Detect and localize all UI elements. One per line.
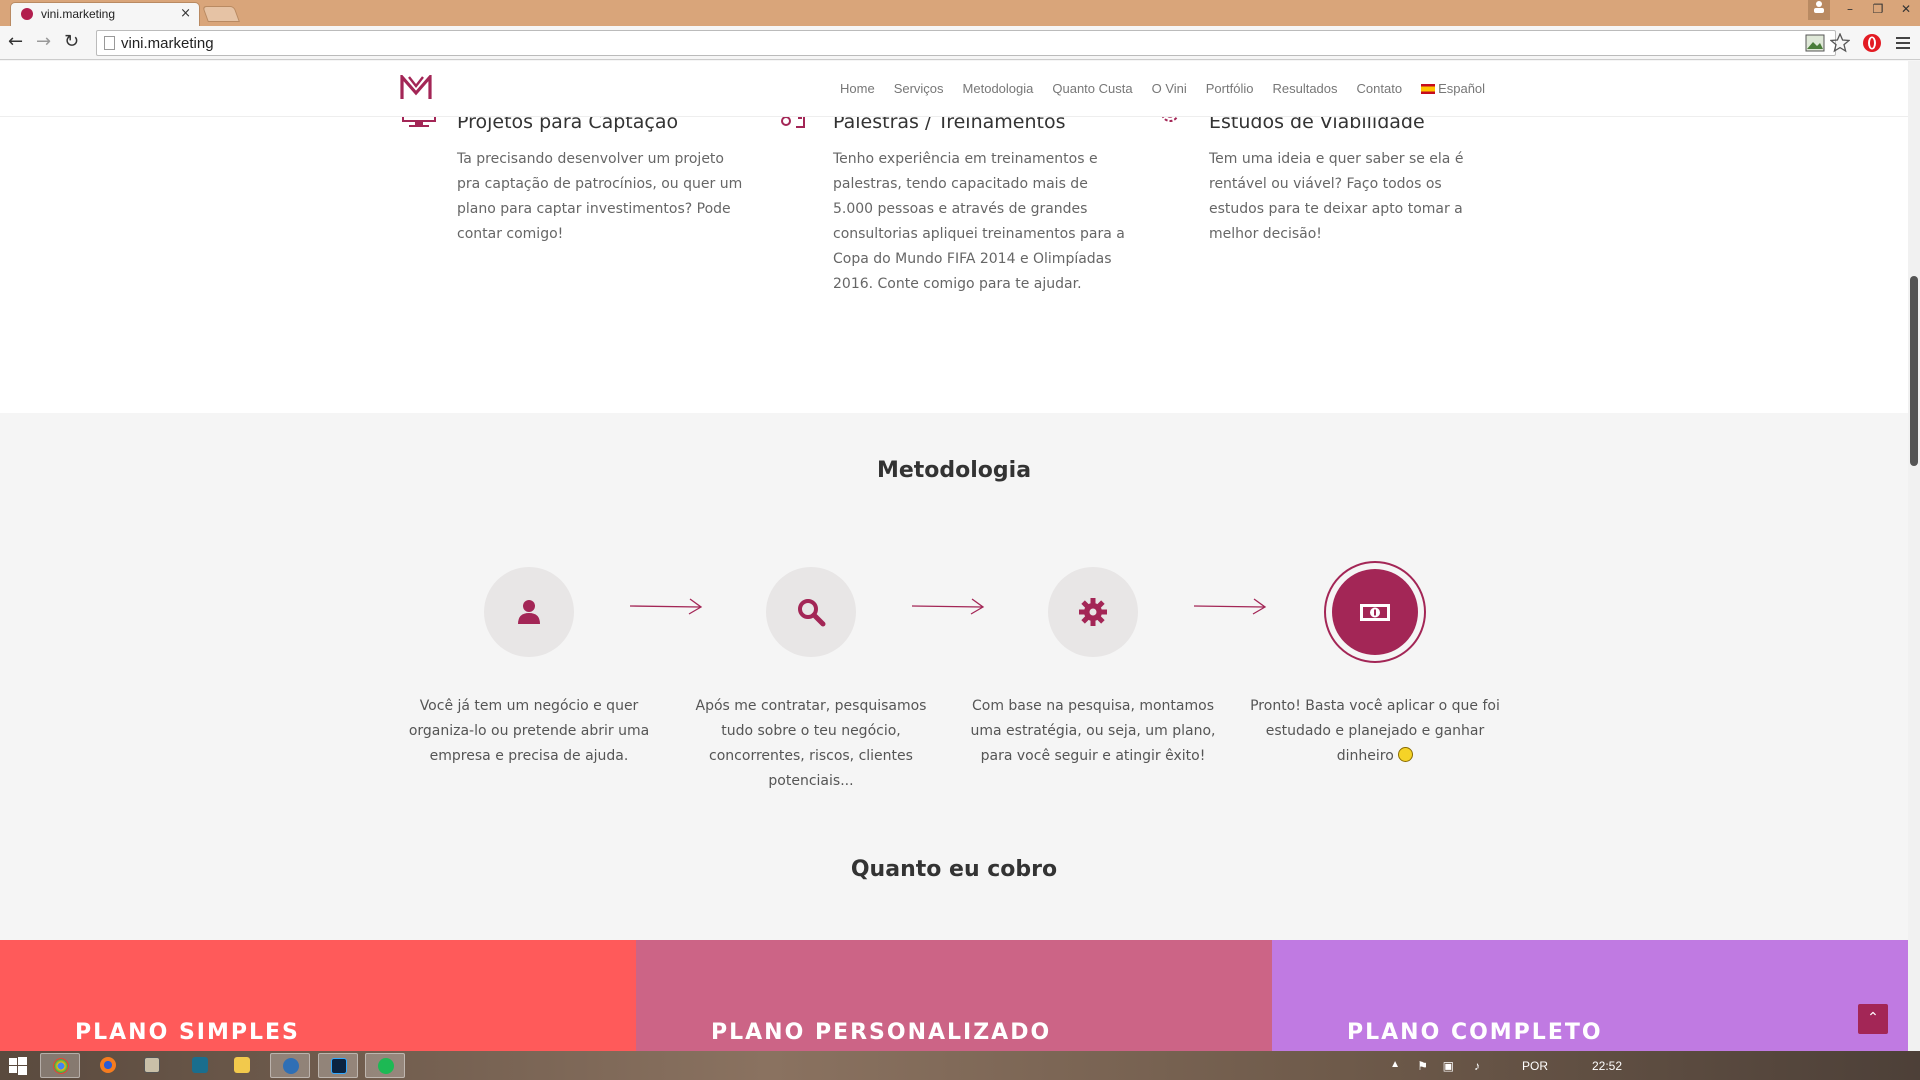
plan-title: PLANO SIMPLES <box>75 1020 300 1045</box>
step-text: Após me contratar, pesquisamos tudo sobr… <box>695 698 927 789</box>
plan-title: PLANO PERSONALIZADO <box>711 1020 1052 1045</box>
window-controls: – ❐ ✕ <box>1808 0 1920 20</box>
taskbar-app[interactable] <box>270 1053 310 1078</box>
opera-extension-icon[interactable] <box>1862 33 1882 53</box>
step-icon-circle <box>1324 561 1426 663</box>
address-bar[interactable]: vini.marketing <box>96 30 1836 56</box>
nav-contato[interactable]: Contato <box>1357 81 1403 96</box>
nav-resultados[interactable]: Resultados <box>1272 81 1337 96</box>
window-app-icon <box>144 1057 160 1073</box>
menu-icon[interactable] <box>1893 33 1913 53</box>
back-to-top-button[interactable]: ⌃ <box>1858 1004 1888 1034</box>
nav-metodologia[interactable]: Metodologia <box>963 81 1034 96</box>
step-text: Com base na pesquisa, montamos uma estra… <box>970 698 1216 764</box>
nav-quanto-custa[interactable]: Quanto Custa <box>1052 81 1132 96</box>
web-page: Home Serviços Metodologia Quanto Custa O… <box>0 61 1908 1051</box>
nav-home[interactable]: Home <box>840 81 875 96</box>
taskbar-chrome-app[interactable] <box>40 1053 80 1078</box>
input-language[interactable]: POR <box>1522 1059 1548 1073</box>
arrow-right-icon <box>629 598 703 615</box>
taskbar-firefox-app[interactable] <box>88 1053 128 1078</box>
service-text: Tenho experiência em treinamentos e pale… <box>833 151 1125 292</box>
close-window-button[interactable]: ✕ <box>1892 0 1920 20</box>
site-favicon-icon <box>21 8 33 20</box>
plan-completo-card[interactable]: PLANO COMPLETO <box>1272 940 1908 1051</box>
url-text: vini.marketing <box>121 35 214 52</box>
user-icon <box>518 600 540 624</box>
spain-flag-icon <box>1421 84 1436 94</box>
browser-tab-active[interactable]: vini.marketing × <box>10 2 200 26</box>
browser-toolbar: ← → ↻ vini.marketing <box>0 26 1920 60</box>
action-center-flag-icon[interactable]: ⚑ <box>1417 1059 1428 1073</box>
photoshop-icon <box>331 1058 347 1074</box>
taskbar-spotify-app[interactable] <box>365 1053 405 1078</box>
browser-titlebar: vini.marketing × – ❐ ✕ <box>0 0 1920 26</box>
taskbar-photoshop-app[interactable] <box>318 1053 358 1078</box>
site-logo[interactable] <box>400 75 432 101</box>
arrow-right-icon <box>911 598 985 615</box>
volume-icon[interactable]: ♪ <box>1474 1059 1480 1073</box>
nav-o-vini[interactable]: O Vini <box>1152 81 1187 96</box>
forward-button[interactable]: → <box>36 31 51 53</box>
step-icon-circle <box>766 567 856 657</box>
minimize-button[interactable]: – <box>1836 0 1864 20</box>
pricing-title: Quanto eu cobro <box>850 857 1058 882</box>
step-icon-circle <box>484 567 574 657</box>
plan-simples-card[interactable]: PLANO SIMPLES <box>0 940 636 1051</box>
app-icon <box>283 1058 299 1074</box>
site-header: Home Serviços Metodologia Quanto Custa O… <box>0 61 1908 117</box>
page-icon <box>104 36 115 50</box>
nav-servicos[interactable]: Serviços <box>894 81 944 96</box>
chrome-icon <box>53 1058 69 1074</box>
extension-image-icon[interactable] <box>1805 33 1825 53</box>
network-icon[interactable]: ▣ <box>1443 1059 1454 1073</box>
restore-button[interactable]: ❐ <box>1864 0 1892 20</box>
back-button[interactable]: ← <box>8 31 23 53</box>
service-text: Ta precisando desenvolver um projeto pra… <box>457 151 743 242</box>
reload-button[interactable]: ↻ <box>64 31 79 53</box>
tray-expand-icon[interactable]: ▲ <box>1390 1059 1400 1070</box>
plan-personalizado-card[interactable]: PLANO PERSONALIZADO <box>636 940 1272 1051</box>
main-nav: Home Serviços Metodologia Quanto Custa O… <box>840 81 1504 96</box>
step-text-value: Pronto! Basta você aplicar o que foi est… <box>1250 698 1500 764</box>
tab-title: vini.marketing <box>41 7 116 21</box>
nav-language-espanol[interactable]: Español <box>1421 81 1485 96</box>
gear-icon <box>1079 598 1107 626</box>
step-text: Pronto! Basta você aplicar o que foi est… <box>1250 694 1500 769</box>
services-section: Projetos para Captação Ta precisando des… <box>0 103 1908 413</box>
page-scrollbar[interactable] <box>1908 61 1920 1051</box>
pricing-plans: PLANO SIMPLES PLANO PERSONALIZADO PLANO … <box>0 940 1908 1051</box>
step-text: Você já tem um negócio e quer organiza-l… <box>408 698 650 764</box>
money-icon <box>1360 604 1390 621</box>
profile-icon[interactable] <box>1808 0 1830 20</box>
bookmark-star-icon[interactable] <box>1830 33 1850 53</box>
arrow-right-icon <box>1193 598 1267 615</box>
taskbar-explorer-app[interactable] <box>222 1053 262 1078</box>
tab-close-button[interactable]: × <box>180 6 191 21</box>
folder-icon <box>234 1057 250 1073</box>
scrollbar-thumb[interactable] <box>1910 276 1918 466</box>
service-text: Tem uma ideia e quer saber se ela é rent… <box>1209 151 1464 242</box>
plan-title: PLANO COMPLETO <box>1347 1020 1603 1045</box>
methodology-title: Metodologia <box>876 458 1032 483</box>
new-tab-button[interactable] <box>202 6 240 22</box>
methodology-section: Metodologia Você já tem um negócio e que… <box>0 413 1908 1001</box>
search-icon <box>798 599 826 627</box>
smiley-emoji-icon <box>1398 747 1414 762</box>
nav-portfolio[interactable]: Portfólio <box>1206 81 1254 96</box>
language-label: Español <box>1438 81 1486 96</box>
taskbar-app[interactable] <box>132 1053 172 1078</box>
app-icon <box>192 1057 208 1073</box>
windows-taskbar: ▲ ⚑ ▣ ♪ POR 22:52 <box>0 1051 1920 1080</box>
spotify-icon <box>378 1058 394 1074</box>
taskbar-app[interactable] <box>180 1053 220 1078</box>
windows-start-icon[interactable] <box>8 1056 28 1076</box>
step-icon-circle <box>1048 567 1138 657</box>
firefox-icon <box>100 1057 116 1073</box>
clock-time[interactable]: 22:52 <box>1592 1059 1622 1073</box>
